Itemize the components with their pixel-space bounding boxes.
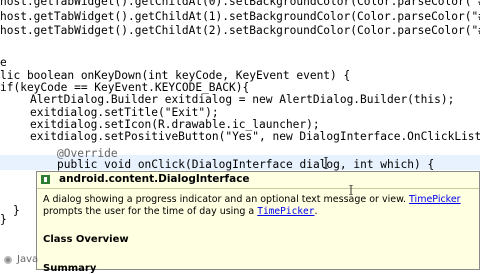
java-file-icon [4, 256, 12, 264]
summary-heading: Summary [43, 263, 97, 274]
tooltip-header: android.content.DialogInterface [37, 172, 479, 188]
code-line-2[interactable]: host.getTabWidget().getChildAt(1).setBac… [0, 9, 480, 24]
code-line-3[interactable]: host.getTabWidget().getChildAt(2).setBac… [0, 23, 480, 38]
timepicker-link-1[interactable]: TimePicker [409, 194, 461, 205]
text-cursor-icon [324, 157, 328, 169]
code-line-12[interactable]: public void onClick(DialogInterface dial… [57, 157, 434, 172]
class-overview-heading: Class Overview [43, 234, 129, 245]
description-text-1: A dialog showing a progress indicator an… [43, 194, 407, 205]
code-line-13[interactable]: } [13, 203, 20, 218]
description-text-2: prompts the user for the time of day usi… [43, 206, 255, 217]
code-line-14[interactable]: } [0, 212, 7, 227]
java-tab-label[interactable]: Java [17, 254, 38, 265]
code-line-1[interactable]: host.getTabWidget().getChildAt(0).setBac… [0, 0, 480, 9]
mouse-ibeam-icon [349, 185, 353, 195]
code-line-10[interactable]: exitdialog.setPositiveButton("Yes", new … [30, 129, 480, 144]
tooltip-divider [37, 188, 479, 189]
tooltip-description: A dialog showing a progress indicator an… [43, 194, 475, 218]
tooltip-title: android.content.DialogInterface [59, 173, 250, 185]
timepicker-link-2[interactable]: TimePicker [257, 206, 314, 217]
description-text-3: . [314, 206, 318, 217]
javadoc-tooltip[interactable]: android.content.DialogInterface A dialog… [36, 171, 480, 274]
interface-icon [41, 175, 50, 184]
